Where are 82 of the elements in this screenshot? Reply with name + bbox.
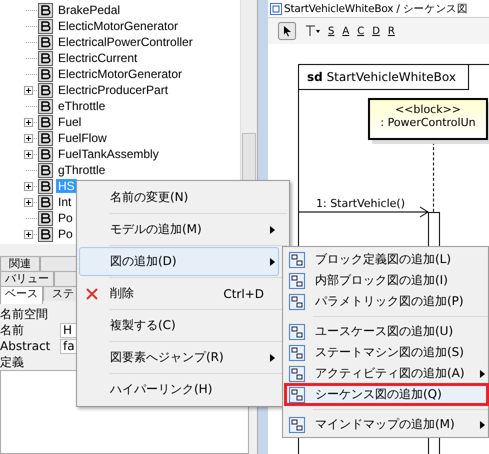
- frame-label: sd StartVehicleWhiteBox: [299, 65, 469, 90]
- expand-icon[interactable]: [24, 198, 33, 206]
- block-icon: [38, 18, 53, 34]
- menu-item[interactable]: マインドマップの追加(M): [285, 414, 488, 435]
- tree-item[interactable]: Int: [56, 195, 74, 209]
- tree-item[interactable]: Po: [56, 211, 75, 225]
- block-icon: [38, 178, 53, 194]
- field-label: Abstract: [0, 339, 52, 353]
- block-icon: [38, 50, 53, 66]
- menu-item[interactable]: ブロック定義図の追加(L): [285, 249, 488, 270]
- expand-icon[interactable]: [24, 134, 33, 142]
- tool-button[interactable]: S: [328, 26, 334, 36]
- tool-button[interactable]: R: [388, 26, 395, 36]
- menu-item[interactable]: 図要素へジャンプ(R): [79, 343, 279, 372]
- block-icon: [38, 82, 53, 98]
- expand-icon[interactable]: [24, 118, 33, 126]
- tree-item[interactable]: ElectricCurrent: [56, 51, 140, 65]
- menu-item[interactable]: パラメトリック図の追加(P): [285, 291, 488, 312]
- menu-item[interactable]: ユースケース図の追加(U): [285, 321, 488, 342]
- block-icon: [38, 210, 53, 226]
- menu-item[interactable]: ステートマシン図の追加(S): [285, 342, 488, 363]
- submenu-arrow-icon: [270, 354, 275, 362]
- menu-item[interactable]: モデルの追加(M): [79, 215, 279, 244]
- field-label: 名前: [0, 322, 25, 338]
- tree-item[interactable]: ElectricProducerPart: [56, 83, 170, 97]
- tree-item[interactable]: ElectricalPowerController: [56, 35, 195, 49]
- tree-item[interactable]: ElectricMotorGenerator: [56, 67, 184, 81]
- message-label: 1: StartVehicle(): [316, 197, 405, 210]
- tool-button[interactable]: A: [342, 26, 350, 36]
- frame-tool-icon[interactable]: [304, 24, 320, 38]
- diagram-icon: [289, 324, 305, 340]
- tree-item[interactable]: gThrottle: [56, 163, 108, 177]
- submenu-arrow-icon: [270, 226, 275, 234]
- submenu-arrow-icon: [270, 258, 275, 266]
- expand-icon[interactable]: [24, 86, 33, 94]
- tree-item[interactable]: Fuel: [56, 115, 84, 129]
- block-icon: [38, 146, 53, 162]
- menu-item[interactable]: 図の追加(D): [79, 247, 279, 276]
- submenu-arrow-icon: [480, 370, 485, 378]
- block-icon: [38, 194, 53, 210]
- diagram-icon: [289, 344, 305, 360]
- diagram-icon: [289, 366, 305, 382]
- pointer-tool-icon[interactable]: [278, 22, 296, 40]
- delete-icon: [86, 288, 98, 300]
- menu-item[interactable]: 複製する(C): [79, 311, 279, 340]
- title-text: StartVehicleWhiteBox / シーケンス図: [284, 2, 468, 16]
- block-icon: [38, 226, 53, 242]
- tab[interactable]: 関連: [0, 256, 40, 271]
- tree-item[interactable]: BrakePedal: [56, 3, 122, 17]
- tree-item[interactable]: FuelTankAssembly: [56, 147, 161, 161]
- tree-item[interactable]: FuelFlow: [56, 131, 109, 145]
- expand-icon[interactable]: [24, 150, 33, 158]
- diagram-icon: [289, 252, 305, 268]
- tree-item[interactable]: eThrottle: [56, 99, 108, 113]
- menu-item[interactable]: 名前の変更(N): [79, 183, 279, 212]
- block-icon: [38, 2, 53, 18]
- tree-item[interactable]: Po: [56, 227, 75, 241]
- shortcut-text: Ctrl+D: [223, 286, 264, 300]
- block-icon: [38, 130, 53, 146]
- expand-icon[interactable]: [24, 230, 33, 238]
- block-icon: [38, 114, 53, 130]
- diagram-icon: [289, 272, 305, 288]
- diagram-icon: [289, 386, 305, 402]
- block-icon: [38, 66, 53, 82]
- tab[interactable]: ベース: [0, 286, 43, 304]
- tool-button[interactable]: C: [357, 26, 364, 36]
- diagram-icon: [289, 416, 305, 432]
- tab[interactable]: バリュー: [0, 271, 54, 286]
- block-icon: [38, 98, 53, 114]
- menu-item[interactable]: シーケンス図の追加(Q): [285, 384, 488, 405]
- menu-item[interactable]: アクティビティ図の追加(A): [285, 363, 488, 384]
- field-label: 名前空間: [0, 306, 49, 322]
- block-icon: [38, 34, 53, 50]
- expand-icon[interactable]: [24, 182, 33, 190]
- menu-item[interactable]: ハイパーリンク(H): [79, 375, 279, 404]
- menu-item[interactable]: 内部ブロック図の追加(I): [285, 270, 488, 291]
- block-icon: [38, 162, 53, 178]
- field-label: 定義: [0, 354, 25, 370]
- tool-button[interactable]: D: [372, 26, 380, 36]
- diagram-icon: [289, 294, 305, 310]
- submenu-arrow-icon: [480, 420, 485, 428]
- tree-item[interactable]: ElecticMotorGenerator: [56, 19, 180, 33]
